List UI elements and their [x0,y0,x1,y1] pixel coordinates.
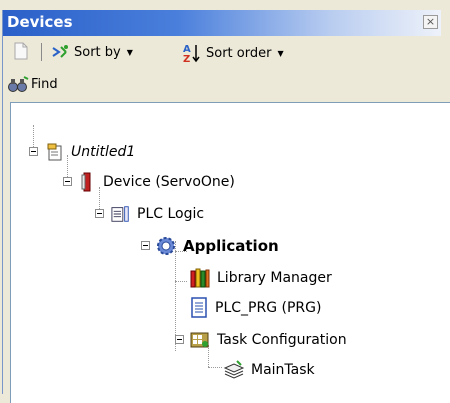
sort-by-dropdown-arrow-icon: ▼ [126,47,133,57]
tree-item-task-configuration[interactable]: Task Configuration [189,329,347,351]
tree-label-device: Device (ServoOne) [103,174,235,190]
devices-panel: Devices × Sort by ▼ A Z Sort order ▼ Fin… [2,10,450,403]
collapse-icon[interactable] [29,147,38,156]
device-tree[interactable]: Untitled1 Device (ServoOne) PLC Logic Ap… [10,102,450,403]
tree-item-device[interactable]: Device (ServoOne) [77,171,235,193]
close-icon: × [425,15,436,28]
sort-order-button[interactable]: A Z Sort order ▼ [181,42,284,64]
collapse-icon[interactable] [175,335,184,344]
close-button[interactable]: × [423,15,438,29]
device-icon [81,172,91,192]
sort-order-dropdown-arrow-icon: ▼ [277,48,284,58]
svg-text:Z: Z [183,54,190,64]
sort-order-icon: A Z [183,44,200,64]
sort-by-label: Sort by [74,44,121,60]
tree-item-plc-logic[interactable]: PLC Logic [111,203,204,225]
panel-title-bar[interactable]: Devices × [3,10,441,36]
find-label: Find [31,76,58,92]
collapse-icon[interactable] [63,177,72,186]
tree-label-task-configuration: Task Configuration [217,332,347,348]
tree-label-project: Untitled1 [71,144,136,160]
program-document-icon [191,297,207,318]
tree-connector [208,367,222,368]
sort-by-button[interactable]: Sort by ▼ [51,44,133,60]
tree-item-plc-prg[interactable]: PLC_PRG (PRG) [189,297,321,319]
panel-title: Devices [7,13,73,31]
tree-item-main-task[interactable]: MainTask [223,359,315,381]
tree-label-main-task: MainTask [251,362,315,378]
tree-label-application: Application [183,237,279,255]
project-icon [47,143,62,161]
collapse-icon[interactable] [95,209,104,218]
tree-item-application[interactable]: Application [155,235,279,257]
find-button[interactable]: Find [7,75,58,93]
tree-connector [175,281,187,282]
task-configuration-icon [190,332,209,348]
new-item-button[interactable] [13,41,29,61]
toolbar: Sort by ▼ A Z Sort order ▼ [3,36,443,70]
find-toolbar: Find [3,70,443,100]
tree-label-plc-prg: PLC_PRG (PRG) [215,300,322,316]
application-gear-icon [157,237,175,255]
sort-order-label: Sort order [206,45,272,61]
binoculars-icon [8,76,29,92]
sort-by-icon [52,45,68,58]
tree-label-library-manager: Library Manager [217,270,332,286]
new-document-icon [14,42,28,60]
collapse-icon[interactable] [141,241,150,250]
tree-label-plc-logic: PLC Logic [137,206,205,222]
plc-logic-icon [111,206,129,222]
tree-item-project[interactable]: Untitled1 [45,141,135,163]
library-books-icon [190,268,210,288]
task-layers-icon [223,360,245,379]
toolbar-separator [41,43,42,61]
tree-item-library-manager[interactable]: Library Manager [189,267,332,289]
